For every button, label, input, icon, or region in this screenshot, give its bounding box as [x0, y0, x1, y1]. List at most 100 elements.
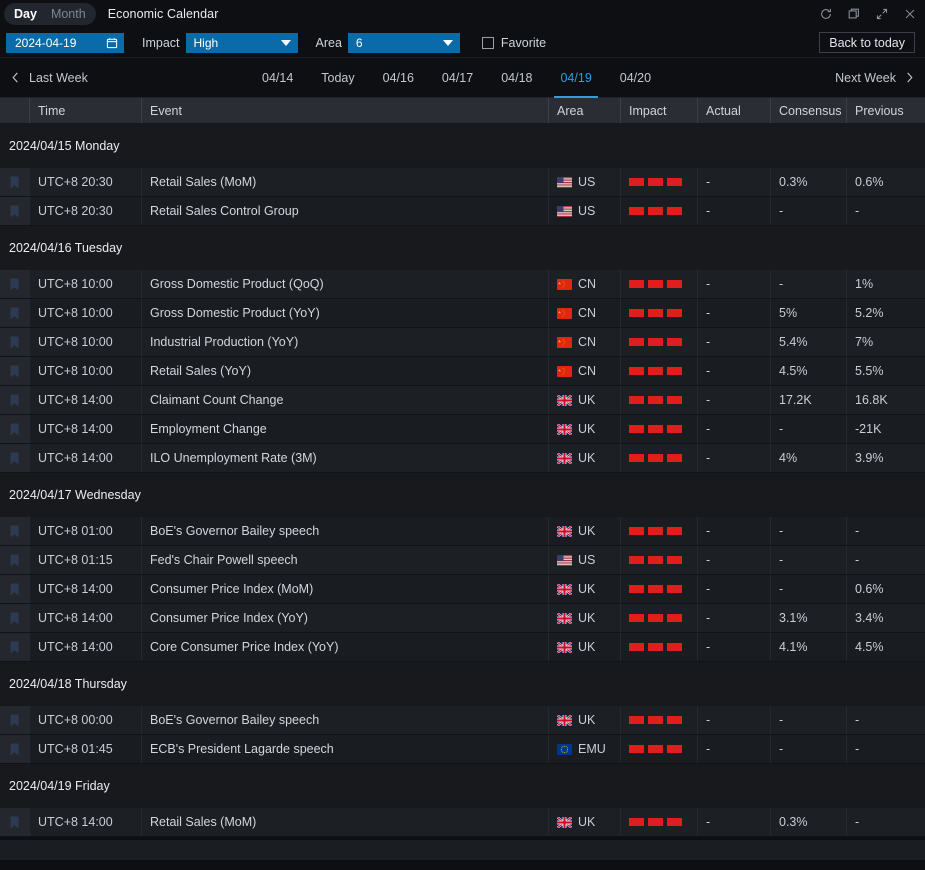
table-row[interactable]: UTC+8 01:15Fed's Chair Powell speechUS--… — [0, 546, 925, 575]
area-code: CN — [578, 306, 596, 320]
next-week-button[interactable]: Next Week — [835, 71, 915, 85]
bookmark-toggle[interactable] — [0, 546, 30, 574]
bookmark-toggle[interactable] — [0, 415, 30, 443]
uk-flag-icon — [557, 584, 572, 595]
view-mode-day[interactable]: Day — [7, 3, 44, 25]
bookmark-toggle[interactable] — [0, 357, 30, 385]
next-week-label: Next Week — [835, 71, 896, 85]
bookmark-toggle[interactable] — [0, 168, 30, 196]
table-row[interactable]: UTC+8 14:00Claimant Count ChangeUK-17.2K… — [0, 386, 925, 415]
impact-filter-value: High — [194, 36, 219, 50]
bookmark-toggle[interactable] — [0, 270, 30, 298]
impact-bar — [629, 643, 644, 651]
bookmark-toggle[interactable] — [0, 808, 30, 836]
favorite-filter[interactable]: Favorite — [482, 36, 546, 50]
cell-actual: - — [698, 270, 771, 298]
expand-icon[interactable] — [874, 7, 889, 22]
bookmark-toggle[interactable] — [0, 575, 30, 603]
bookmark-toggle[interactable] — [0, 328, 30, 356]
impact-bar — [648, 745, 663, 753]
table-row[interactable]: UTC+8 10:00Gross Domestic Product (YoY)★… — [0, 299, 925, 328]
bookmark-toggle[interactable] — [0, 517, 30, 545]
cell-time: UTC+8 10:00 — [30, 270, 142, 298]
bookmark-toggle[interactable] — [0, 735, 30, 763]
bookmark-toggle[interactable] — [0, 604, 30, 632]
area-code: US — [578, 553, 595, 567]
area-filter-select[interactable]: 6 — [348, 33, 460, 53]
cell-area: UK — [549, 575, 621, 603]
table-row[interactable]: UTC+8 14:00Consumer Price Index (MoM)UK-… — [0, 575, 925, 604]
cell-area: UK — [549, 444, 621, 472]
refresh-icon[interactable] — [818, 7, 833, 22]
impact-bar — [667, 178, 682, 186]
uk-flag-icon — [557, 715, 572, 726]
table-row[interactable]: UTC+8 01:00BoE's Governor Bailey speechU… — [0, 517, 925, 546]
last-week-button[interactable]: Last Week — [10, 71, 88, 85]
impact-filter-select[interactable]: High — [186, 33, 298, 53]
table-row[interactable]: UTC+8 20:30Retail Sales Control GroupUS-… — [0, 197, 925, 226]
bookmark-toggle[interactable] — [0, 444, 30, 472]
cell-actual: - — [698, 604, 771, 632]
view-mode-toggle[interactable]: Day Month — [4, 3, 96, 25]
cell-previous: -21K — [847, 415, 925, 443]
table-row[interactable]: UTC+8 01:45ECB's President Lagarde speec… — [0, 735, 925, 764]
day-tab-today[interactable]: Today — [307, 58, 368, 98]
day-tab-0[interactable]: 04/14 — [248, 58, 307, 98]
day-group-header: 2024/04/15 Monday — [0, 124, 925, 168]
favorite-checkbox[interactable] — [482, 37, 494, 49]
area-code: CN — [578, 364, 596, 378]
table-row[interactable]: UTC+8 14:00Employment ChangeUK---21K — [0, 415, 925, 444]
column-header-event: Event — [142, 98, 549, 123]
table-header: Time Event Area Impact Actual Consensus … — [0, 98, 925, 124]
date-picker[interactable]: 2024-04-19 — [6, 33, 124, 53]
table-row[interactable]: UTC+8 14:00Core Consumer Price Index (Yo… — [0, 633, 925, 662]
area-code: UK — [578, 524, 595, 538]
table-row[interactable]: UTC+8 14:00Retail Sales (MoM)UK-0.3%- — [0, 808, 925, 837]
cell-event: Retail Sales (MoM) — [142, 808, 549, 836]
close-icon[interactable] — [902, 7, 917, 22]
cell-time: UTC+8 20:30 — [30, 197, 142, 225]
view-mode-month[interactable]: Month — [44, 3, 93, 25]
cell-impact — [621, 706, 698, 734]
cell-consensus: 3.1% — [771, 604, 847, 632]
cell-event: Retail Sales (YoY) — [142, 357, 549, 385]
bookmark-toggle[interactable] — [0, 386, 30, 414]
day-tab-5[interactable]: 04/19 — [546, 58, 605, 98]
cell-area: UK — [549, 808, 621, 836]
cell-time: UTC+8 14:00 — [30, 604, 142, 632]
restore-window-icon[interactable] — [846, 7, 861, 22]
table-row[interactable]: UTC+8 10:00Gross Domestic Product (QoQ)★… — [0, 270, 925, 299]
day-tab-4[interactable]: 04/18 — [487, 58, 546, 98]
day-tab-6[interactable]: 04/20 — [606, 58, 665, 98]
area-code: CN — [578, 277, 596, 291]
table-row[interactable]: UTC+8 10:00Industrial Production (YoY)★★… — [0, 328, 925, 357]
day-tab-2[interactable]: 04/16 — [369, 58, 428, 98]
cell-actual: - — [698, 808, 771, 836]
table-row[interactable]: UTC+8 00:00BoE's Governor Bailey speechU… — [0, 706, 925, 735]
cn-flag-icon: ★★★★★ — [557, 337, 572, 348]
cell-area: US — [549, 546, 621, 574]
cell-time: UTC+8 14:00 — [30, 575, 142, 603]
bookmark-toggle[interactable] — [0, 706, 30, 734]
impact-bar — [648, 367, 663, 375]
table-row[interactable]: UTC+8 14:00ILO Unemployment Rate (3M)UK-… — [0, 444, 925, 473]
impact-bar — [629, 367, 644, 375]
bookmark-toggle[interactable] — [0, 197, 30, 225]
table-row[interactable]: UTC+8 10:00Retail Sales (YoY)★★★★★CN-4.5… — [0, 357, 925, 386]
bookmark-toggle[interactable] — [0, 299, 30, 327]
chevron-down-icon — [281, 40, 291, 46]
column-header-actual: Actual — [698, 98, 771, 123]
back-to-today-button[interactable]: Back to today — [819, 32, 915, 53]
impact-bar — [648, 585, 663, 593]
impact-bar — [667, 818, 682, 826]
bookmark-toggle[interactable] — [0, 633, 30, 661]
cell-time: UTC+8 10:00 — [30, 357, 142, 385]
day-tab-3[interactable]: 04/17 — [428, 58, 487, 98]
table-row[interactable]: UTC+8 20:30Retail Sales (MoM)US-0.3%0.6% — [0, 168, 925, 197]
cell-time: UTC+8 01:45 — [30, 735, 142, 763]
cell-previous: - — [847, 706, 925, 734]
cell-previous: 5.5% — [847, 357, 925, 385]
cell-previous: 4.5% — [847, 633, 925, 661]
cell-time: UTC+8 14:00 — [30, 808, 142, 836]
table-row[interactable]: UTC+8 14:00Consumer Price Index (YoY)UK-… — [0, 604, 925, 633]
